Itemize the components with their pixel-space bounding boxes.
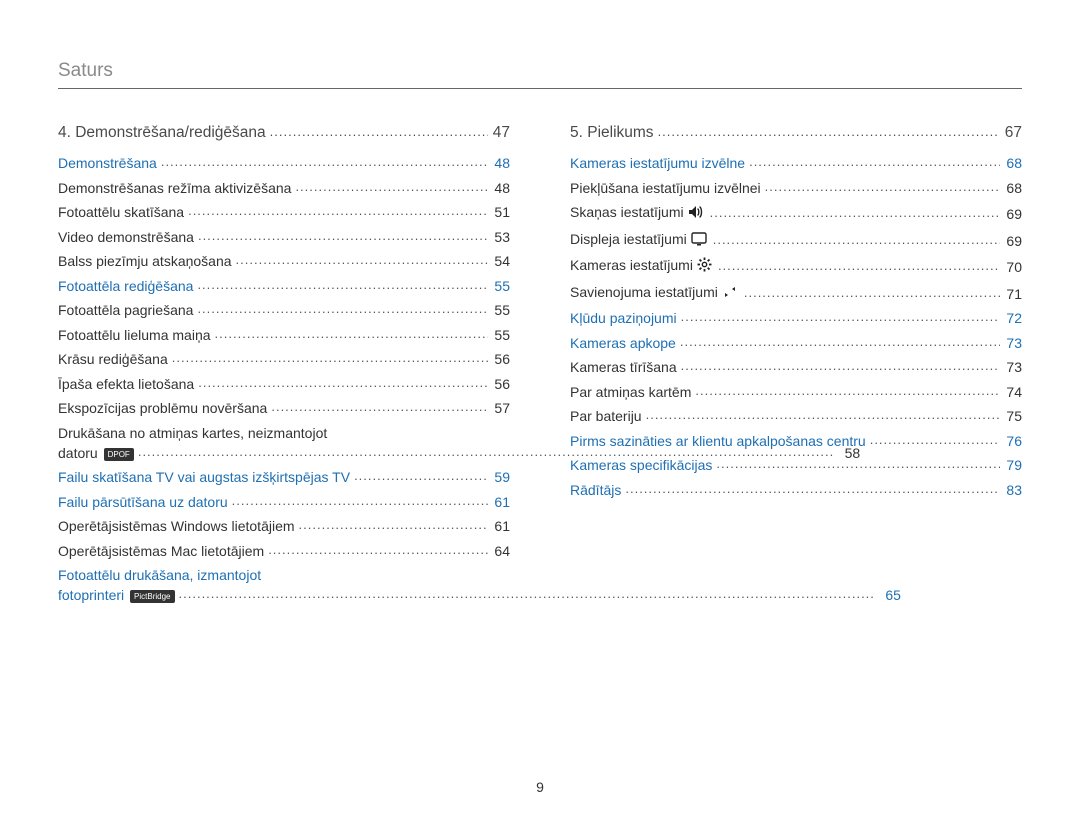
- toc-sub-row[interactable]: Demonstrēšanas režīma aktivizēšana48: [58, 178, 510, 198]
- toc-sub-row[interactable]: Drukāšana no atmiņas kartes, neizmantojo…: [58, 423, 510, 463]
- toc-sub-row[interactable]: Displeja iestatījumi 69: [570, 229, 1022, 251]
- toc-sub-row[interactable]: Ekspozīcijas problēmu novēršana57: [58, 398, 510, 418]
- toc-sub-row[interactable]: Fotoattēlu skatīšana51: [58, 202, 510, 222]
- section-row[interactable]: Kameras iestatījumu izvēlne 68: [570, 153, 1022, 173]
- chapter-row[interactable]: 5. Pielikums 67: [570, 123, 1022, 143]
- display-icon: [691, 231, 707, 251]
- leader-dots: [157, 152, 488, 172]
- section-label-line1: Fotoattēlu drukāšana, izmantojot: [58, 565, 510, 585]
- toc-sub-row[interactable]: Kameras tīrīšana73: [570, 357, 1022, 377]
- section-label: Fotoattēla rediģēšana: [58, 276, 193, 296]
- dpof-badge: DPOF: [104, 448, 134, 461]
- chapter-label: 5. Pielikums: [570, 123, 654, 143]
- toc-sub-row[interactable]: Video demonstrēšana53: [58, 227, 510, 247]
- left-column: 4. Demonstrēšana/rediģēšana 47 Demonstrē…: [58, 121, 510, 610]
- section-row[interactable]: Kļūdu paziņojumi 72: [570, 308, 1022, 328]
- section-label-line2: fotoprinteri: [58, 587, 124, 603]
- right-column: 5. Pielikums 67 Kameras iestatījumu izvē…: [570, 121, 1022, 610]
- page-title: Saturs: [58, 60, 1022, 89]
- section-row[interactable]: Fotoattēlu drukāšana, izmantojot fotopri…: [58, 565, 510, 605]
- section-label: Demonstrēšana: [58, 153, 157, 173]
- section-row[interactable]: Fotoattēla rediģēšana 55: [58, 276, 510, 296]
- chapter-page: 67: [1000, 123, 1022, 143]
- section-page: 48: [488, 153, 510, 173]
- section-row[interactable]: Kameras apkope 73: [570, 333, 1022, 353]
- section-row[interactable]: Failu skatīšana TV vai augstas izšķirtsp…: [58, 467, 510, 487]
- toc-sub-row[interactable]: Piekļūšana iestatījumu izvēlnei68: [570, 178, 1022, 198]
- toc-sub-row[interactable]: Savienojuma iestatījumi 71: [570, 282, 1022, 304]
- toc-sub-row[interactable]: Kameras iestatījumi 70: [570, 255, 1022, 277]
- sub-label-line2: datoru: [58, 445, 98, 461]
- toc-sub-row[interactable]: Fotoattēlu lieluma maiņa55: [58, 325, 510, 345]
- leader-dots: [266, 122, 488, 142]
- toc-columns: 4. Demonstrēšana/rediģēšana 47 Demonstrē…: [58, 121, 1022, 610]
- toc-sub-row[interactable]: Par bateriju75: [570, 406, 1022, 426]
- toc-sub-row[interactable]: Krāsu rediģēšana56: [58, 349, 510, 369]
- sub-label-line1: Drukāšana no atmiņas kartes, neizmantojo…: [58, 423, 510, 443]
- toc-sub-row[interactable]: Par atmiņas kartēm74: [570, 382, 1022, 402]
- section-row[interactable]: Failu pārsūtīšana uz datoru 61: [58, 492, 510, 512]
- toc-sub-row[interactable]: Skaņas iestatījumi 69: [570, 202, 1022, 224]
- sound-icon: [688, 204, 704, 224]
- toc-sub-row[interactable]: Īpaša efekta lietošana56: [58, 374, 510, 394]
- toc-sub-row[interactable]: Balss piezīmju atskaņošana54: [58, 251, 510, 271]
- toc-sub-row[interactable]: Fotoattēla pagriešana55: [58, 300, 510, 320]
- pictbridge-badge: PictBridge: [130, 590, 174, 603]
- chapter-label: 4. Demonstrēšana/rediģēšana: [58, 123, 266, 143]
- section-row[interactable]: Rādītājs 83: [570, 480, 1022, 500]
- chapter-page: 47: [488, 123, 510, 143]
- toc-sub-row[interactable]: Operētājsistēmas Mac lietotājiem64: [58, 541, 510, 561]
- gear-icon: [697, 257, 712, 277]
- toc-sub-row[interactable]: Operētājsistēmas Windows lietotājiem61: [58, 516, 510, 536]
- page: Saturs 4. Demonstrēšana/rediģēšana 47 De…: [0, 0, 1080, 815]
- page-number: 9: [0, 779, 1080, 795]
- section-row[interactable]: Demonstrēšana 48: [58, 153, 510, 173]
- connection-icon: [722, 284, 738, 304]
- chapter-row[interactable]: 4. Demonstrēšana/rediģēšana 47: [58, 123, 510, 143]
